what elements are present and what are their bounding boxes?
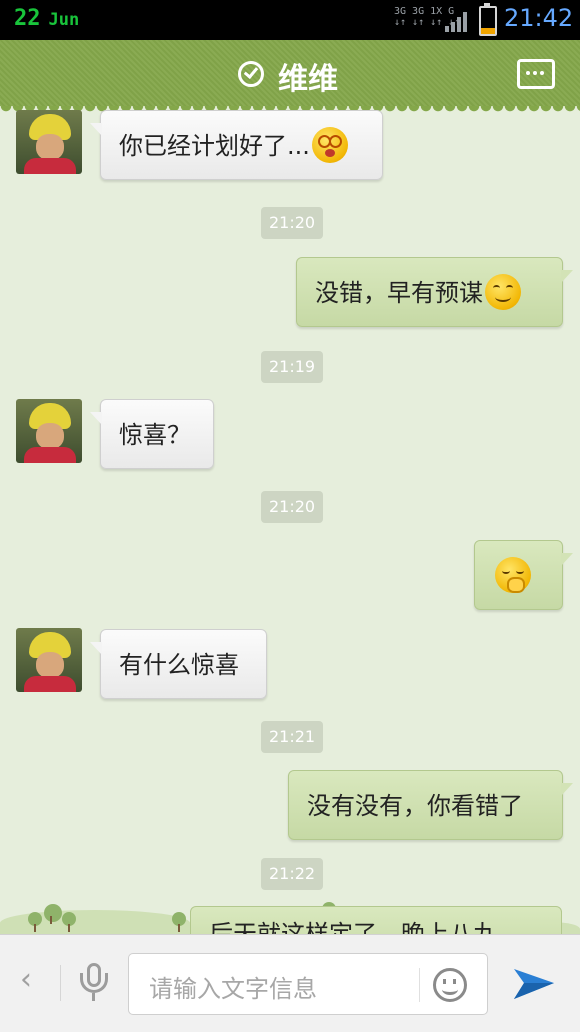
chat-title: 维维: [278, 62, 338, 97]
status-month: Jun: [48, 10, 80, 30]
message-bubble-outgoing-partial[interactable]: 后天就这样定了，晚上八九: [190, 906, 562, 934]
message-timestamp: 21:22: [261, 858, 324, 890]
smiley-icon[interactable]: [433, 968, 467, 1002]
contact-avatar[interactable]: [16, 399, 82, 463]
divider: [60, 965, 61, 1001]
message-timestamp: 21:20: [261, 491, 324, 523]
giggle-emoji-icon: [495, 557, 531, 593]
message-timestamp: 21:19: [261, 351, 324, 383]
send-arrow-icon[interactable]: [512, 963, 556, 1003]
message-text: 后天就这样定了，晚上八九: [209, 920, 497, 934]
chat-more-button[interactable]: [517, 59, 555, 89]
message-bubble-incoming[interactable]: 有什么惊喜: [90, 629, 267, 699]
message-text: 有什么惊喜: [119, 651, 239, 679]
message-timestamp: 21:20: [261, 207, 324, 239]
message-input-placeholder: 请输入文字信息: [149, 975, 317, 1003]
status-day: 22: [14, 6, 41, 31]
chat-more-icon: [526, 71, 530, 75]
message-bubble-outgoing[interactable]: 没有没有，你看错了: [288, 770, 573, 840]
message-input[interactable]: 请输入文字信息: [128, 953, 488, 1015]
status-date: 22 Jun: [14, 6, 79, 31]
message-list[interactable]: 你已经计划好了... 21:20 没错，早有预谋 21:19 惊喜？ 21:20…: [0, 106, 580, 934]
contact-avatar[interactable]: [16, 110, 82, 174]
message-text: 你已经计划好了...: [119, 132, 310, 160]
status-bar: 22 Jun 3G 3G 1X G ↓↑ ↓↑ ↓↑ ↓↑ 21:42: [0, 0, 580, 40]
contact-avatar[interactable]: [16, 628, 82, 692]
dizzy-emoji-icon: [311, 127, 348, 163]
message-bubble-incoming[interactable]: 你已经计划好了...: [90, 110, 383, 180]
message-text: 没错，早有预谋: [315, 279, 483, 307]
signal-icon: [445, 10, 471, 32]
microphone-icon[interactable]: [80, 963, 108, 1003]
message-timestamp: 21:21: [261, 721, 324, 753]
chat-header: 维维: [0, 40, 580, 112]
message-bubble-outgoing[interactable]: [474, 540, 573, 610]
smile-emoji-icon: [485, 274, 521, 310]
message-text: 惊喜？: [119, 421, 191, 449]
chevron-left-icon[interactable]: ‹: [20, 965, 32, 995]
message-bubble-incoming[interactable]: 惊喜？: [90, 399, 214, 469]
status-time: 21:42: [504, 4, 574, 32]
input-bar: ‹ 请输入文字信息: [0, 934, 580, 1032]
message-text: 没有没有，你看错了: [307, 792, 523, 820]
check-circle-icon: [238, 61, 264, 87]
divider: [419, 968, 420, 1002]
message-bubble-outgoing[interactable]: 没错，早有预谋: [296, 257, 573, 327]
battery-icon: [479, 3, 497, 36]
